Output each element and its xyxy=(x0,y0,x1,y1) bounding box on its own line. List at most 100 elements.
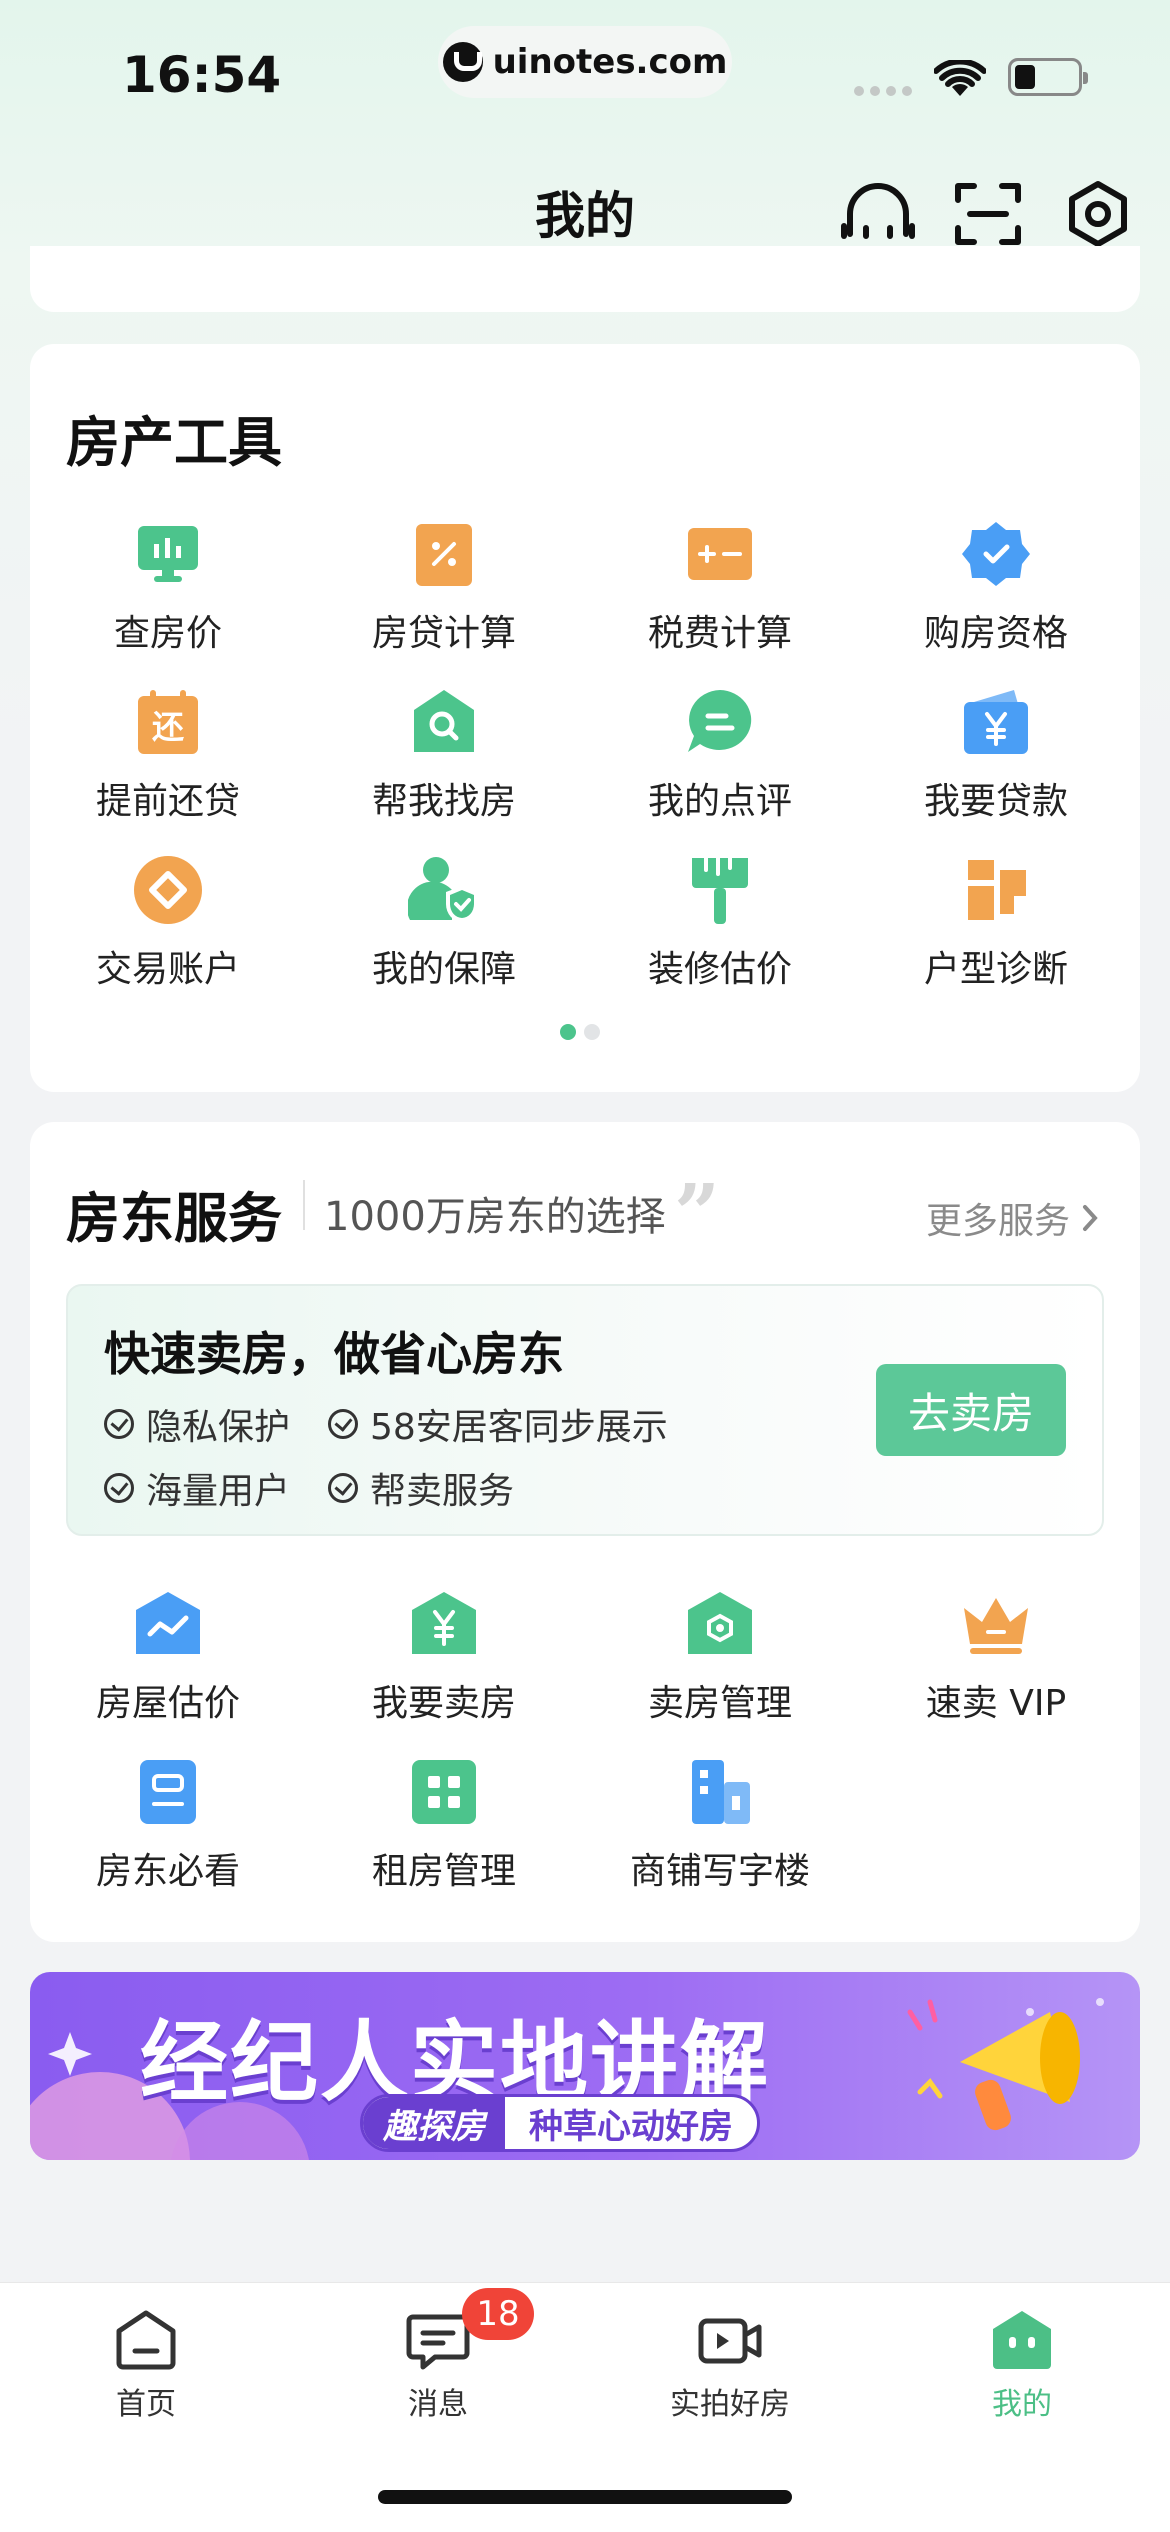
house-search-icon xyxy=(414,690,474,752)
check-circle-icon xyxy=(328,1409,358,1439)
divider xyxy=(303,1180,305,1230)
landlord-item-label: 房屋估价 xyxy=(95,1683,240,1724)
tab-home[interactable]: 首页 xyxy=(46,2307,246,2423)
percent-icon xyxy=(416,524,472,586)
tool-label: 户型诊断 xyxy=(923,949,1068,990)
tab-label: 消息 xyxy=(408,2387,468,2422)
yen-wallet-icon xyxy=(964,690,1028,754)
banner-tag-brand: 趣探房 xyxy=(363,2097,505,2149)
tool-my-protection[interactable]: 我的保障 xyxy=(324,854,564,992)
landlord-item-label: 房东必看 xyxy=(95,1851,240,1892)
landlord-item[interactable]: 租房管理 xyxy=(324,1756,564,1894)
paint-brush-icon xyxy=(692,856,748,924)
floorplan-icon xyxy=(968,860,1026,920)
landlord-item[interactable]: 房东必看 xyxy=(48,1756,288,1894)
user-shield-icon xyxy=(408,857,478,922)
headset-icon[interactable] xyxy=(840,176,916,252)
landlord-item-label: 速卖 VIP xyxy=(925,1683,1067,1724)
tool-my-reviews[interactable]: 我的点评 xyxy=(600,686,840,824)
property-tools-card: 房产工具 查房价 房贷计算 税费计算 购房资格 还 提前还贷 帮我找房 我的点评… xyxy=(30,344,1140,1092)
house-trend-icon xyxy=(136,1592,200,1654)
promo-feature: 58安居客同步展示 xyxy=(328,1398,668,1450)
check-badge-icon xyxy=(962,522,1030,586)
check-circle-icon xyxy=(104,1473,134,1503)
tool-label: 我的点评 xyxy=(647,781,792,822)
landlord-item-label: 商铺写字楼 xyxy=(629,1851,810,1892)
landlord-item[interactable]: 我要卖房 xyxy=(324,1588,564,1726)
page-dot xyxy=(584,1024,600,1040)
tool-early-repay[interactable]: 还 提前还贷 xyxy=(48,686,288,824)
check-circle-icon xyxy=(328,1473,358,1503)
chevron-right-icon xyxy=(1083,1205,1098,1231)
tool-label: 购房资格 xyxy=(923,613,1068,654)
mine-house-icon xyxy=(993,2311,1051,2369)
tab-mine[interactable]: 我的 xyxy=(922,2307,1122,2423)
landlord-item[interactable]: 卖房管理 xyxy=(600,1588,840,1726)
wifi-icon xyxy=(934,60,986,96)
tool-floorplan[interactable]: 户型诊断 xyxy=(876,854,1116,992)
promo-title: 快速卖房，做省心房东 xyxy=(104,1327,564,1381)
plus-minus-icon xyxy=(688,528,752,580)
account-coin-icon xyxy=(134,856,202,924)
promo-feature: 隐私保护 xyxy=(104,1398,290,1450)
tool-eligibility[interactable]: 购房资格 xyxy=(876,518,1116,656)
tool-check-price[interactable]: 查房价 xyxy=(48,518,288,656)
promo-feature: 帮卖服务 xyxy=(328,1462,514,1514)
landlord-item[interactable]: 速卖 VIP xyxy=(876,1588,1116,1726)
crown-icon xyxy=(964,1598,1028,1654)
tool-label: 房贷计算 xyxy=(371,613,516,654)
more-services-link[interactable]: 更多服务 xyxy=(926,1192,1100,1244)
tool-loan[interactable]: 我要贷款 xyxy=(876,686,1116,824)
tab-label: 实拍好房 xyxy=(670,2387,790,2422)
site-logo-icon xyxy=(442,42,483,82)
landlord-item[interactable]: 房屋估价 xyxy=(48,1588,288,1726)
section-title: 房东服务 xyxy=(66,1187,282,1250)
grid-icon xyxy=(412,1760,476,1824)
tool-trade-account[interactable]: 交易账户 xyxy=(48,854,288,992)
quote-mark-icon: ” xyxy=(674,1166,721,1260)
cellular-signal-icon xyxy=(854,86,912,96)
url-text: uinotes.com xyxy=(492,42,728,82)
sell-promo-banner[interactable]: 快速卖房，做省心房东 隐私保护 58安居客同步展示 海量用户 帮卖服务 去卖房 xyxy=(66,1284,1104,1536)
comment-icon xyxy=(688,690,752,752)
svg-text:还: 还 xyxy=(152,708,185,746)
tool-label: 帮我找房 xyxy=(371,781,516,822)
message-icon xyxy=(406,2314,470,2370)
section-subtitle: 1000万房东的选择 xyxy=(324,1194,666,1240)
url-pill[interactable]: uinotes.com xyxy=(438,26,732,98)
go-sell-button[interactable]: 去卖房 xyxy=(876,1364,1066,1456)
landlord-item-label: 卖房管理 xyxy=(647,1683,792,1724)
banner-tag: 趣探房 种草心动好房 xyxy=(360,2094,760,2152)
building-icon xyxy=(692,1760,750,1824)
feature-label: 隐私保护 xyxy=(146,1407,291,1448)
landlord-services-card: 房东服务 1000万房东的选择 ” 更多服务 快速卖房，做省心房东 隐私保护 5… xyxy=(30,1122,1140,1942)
settings-icon[interactable] xyxy=(1060,176,1136,252)
tool-label: 查房价 xyxy=(113,613,222,654)
home-icon xyxy=(116,2310,176,2370)
page-indicator xyxy=(560,1024,600,1040)
tool-label: 我的保障 xyxy=(371,949,516,990)
house-yen-icon xyxy=(412,1592,476,1654)
feature-label: 58安居客同步展示 xyxy=(370,1407,668,1448)
battery-icon xyxy=(1008,58,1088,96)
home-indicator[interactable] xyxy=(378,2490,792,2504)
tool-renovation[interactable]: 装修估价 xyxy=(600,854,840,992)
profile-card-bottom xyxy=(30,246,1140,312)
house-gear-icon xyxy=(688,1592,752,1654)
agent-tour-banner[interactable]: 经纪人实地讲解 趣探房 种草心动好房 xyxy=(30,1972,1140,2160)
tool-label: 提前还贷 xyxy=(95,781,240,822)
tab-real-shot[interactable]: 实拍好房 xyxy=(630,2307,830,2423)
tool-tax-calc[interactable]: 税费计算 xyxy=(600,518,840,656)
promo-feature: 海量用户 xyxy=(104,1462,290,1514)
message-count-badge: 18 xyxy=(462,2288,534,2340)
landlord-item[interactable]: 商铺写字楼 xyxy=(600,1756,840,1894)
section-title: 房产工具 xyxy=(66,411,282,474)
more-label: 更多服务 xyxy=(925,1201,1070,1242)
tool-label: 我要贷款 xyxy=(923,781,1068,822)
landlord-item-label: 租房管理 xyxy=(371,1851,516,1892)
feature-label: 海量用户 xyxy=(146,1471,291,1512)
tool-find-house[interactable]: 帮我找房 xyxy=(324,686,564,824)
repay-calendar-icon: 还 xyxy=(138,690,198,754)
scan-icon[interactable] xyxy=(950,176,1026,252)
tool-mortgage-calc[interactable]: 房贷计算 xyxy=(324,518,564,656)
